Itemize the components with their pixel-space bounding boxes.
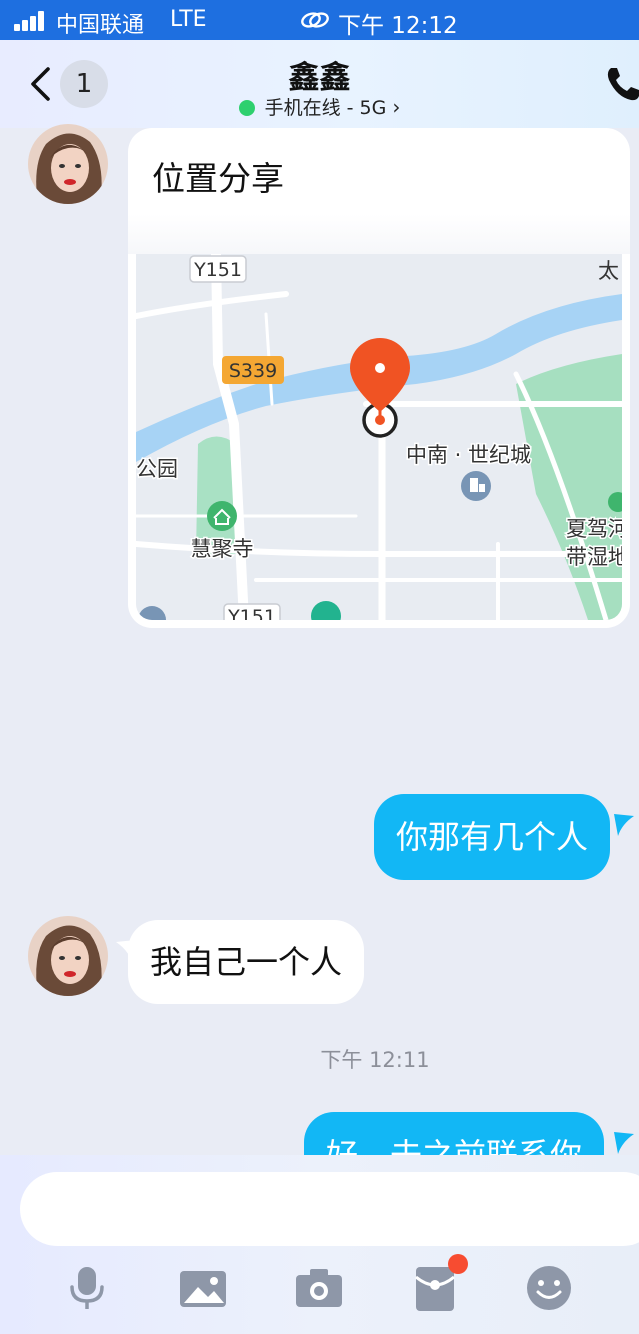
status-time: 下午 12:12 [338, 13, 458, 39]
image-icon[interactable] [178, 1263, 228, 1313]
chevron-right-icon: › [392, 95, 401, 119]
road-shield-s339: S339 [222, 356, 284, 384]
online-status-text: 手机在线 - 5G [264, 97, 387, 119]
map-label-community: 中南 · 世纪城 [406, 443, 531, 467]
status-bar: 中国联通 LTE 下午 12:12 [0, 0, 639, 40]
message-text: 你那有几个人 [396, 817, 589, 856]
network-type: LTE [170, 7, 207, 32]
location-address-area [128, 214, 630, 254]
road-label-y151-top: Y151 [193, 259, 242, 281]
outgoing-message-bubble[interactable]: 你那有几个人 [374, 794, 611, 880]
camera-icon[interactable] [294, 1263, 344, 1313]
map-label-corner: 太 [598, 259, 619, 283]
message-text: 我自己一个人 [150, 942, 343, 981]
location-map[interactable]: Y151 S339 Y151 公园 慧聚寺 中南 · 世纪城 夏驾河 带湿地 太 [136, 254, 622, 620]
microphone-icon[interactable] [62, 1263, 112, 1313]
contact-avatar[interactable] [28, 124, 108, 204]
outgoing-bubble-tail [614, 814, 634, 836]
message-input[interactable] [20, 1172, 639, 1246]
online-status[interactable]: 手机在线 - 5G › [0, 93, 639, 120]
notification-dot [448, 1254, 468, 1274]
link-icon [301, 12, 329, 28]
online-dot-icon [238, 100, 255, 116]
carrier-name: 中国联通 [56, 13, 145, 38]
incoming-message-bubble[interactable]: 我自己一个人 [128, 920, 365, 1004]
road-shield-y151-bottom: Y151 [223, 603, 281, 620]
road-label-s339: S339 [229, 360, 277, 382]
contact-avatar[interactable] [28, 916, 108, 996]
map-label-temple: 慧聚寺 [191, 537, 254, 561]
map-label-wetland-line1: 夏驾河 [566, 517, 622, 541]
map-label-wetland-line2: 带湿地 [566, 545, 622, 569]
message-timestamp: 下午 12:11 [320, 1048, 430, 1072]
location-share-card[interactable]: 位置分享 Y151 S339 Y151 公园 慧聚寺 中南 · 世纪城 夏驾河 … [128, 128, 630, 628]
location-share-title: 位置分享 [152, 159, 284, 198]
outgoing-bubble-tail [614, 1132, 634, 1154]
temple-icon [207, 501, 237, 531]
road-label-y151-bottom: Y151 [227, 606, 276, 620]
signal-strength-icon [14, 11, 46, 31]
emoji-icon[interactable] [524, 1263, 574, 1313]
phone-call-icon[interactable] [603, 64, 639, 104]
map-label-park: 公园 [136, 457, 178, 481]
message-input-area [0, 1155, 639, 1334]
road-shield-y151-top: Y151 [189, 255, 247, 283]
chat-header: 1 鑫鑫 手机在线 - 5G › [0, 40, 639, 128]
contact-name[interactable]: 鑫鑫 [0, 52, 639, 97]
